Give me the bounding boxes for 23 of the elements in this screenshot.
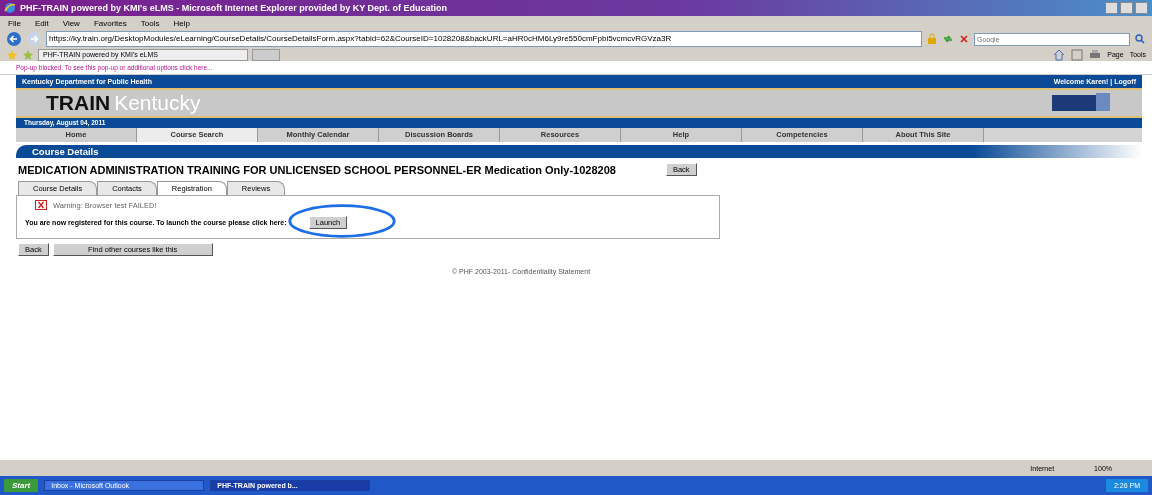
menu-item[interactable]: Help: [173, 18, 190, 28]
section-header: Course Details: [16, 145, 1142, 158]
refresh-icon[interactable]: [942, 33, 954, 45]
stop-icon[interactable]: [958, 33, 970, 45]
menu-item[interactable]: View: [62, 18, 80, 28]
favorites-add-icon[interactable]: [22, 48, 34, 61]
search-icon[interactable]: [1134, 33, 1146, 45]
course-title: MEDICATION ADMINISTRATION TRAINING FOR UNLICENSED SCHOOL PERSONNEL-ER Medication Only-1028208: [18, 163, 616, 176]
menu-item[interactable]: File: [8, 18, 21, 28]
start-button[interactable]: Start: [4, 479, 39, 492]
logo-text: TRAIN: [46, 91, 111, 115]
menu-item[interactable]: Edit: [34, 18, 49, 28]
printer-icon[interactable]: [1089, 48, 1102, 61]
address-field[interactable]: https://ky.train.org/DesktopModules/eLearning/CourseDetails/CourseDetailsForm.aspx?tabid=62&CourseID=1028208&backURL=aHR0cHM6Ly9re550cmFpbi5vcmcvRGVza3R: [46, 31, 922, 47]
menu-item[interactable]: Tools: [140, 18, 160, 28]
window-title: PHF-TRAIN powered by KMI's eLMS - Microsoft Internet Explorer provided by KY Dept. of Education: [20, 3, 447, 13]
menu-item[interactable]: Favorites: [93, 18, 127, 28]
error-icon: [35, 200, 47, 210]
star-icon[interactable]: [6, 48, 18, 61]
new-tab-button[interactable]: [252, 48, 280, 61]
browser-icon: [4, 2, 16, 14]
home-icon[interactable]: [1053, 48, 1066, 61]
lock-icon: [926, 33, 938, 45]
